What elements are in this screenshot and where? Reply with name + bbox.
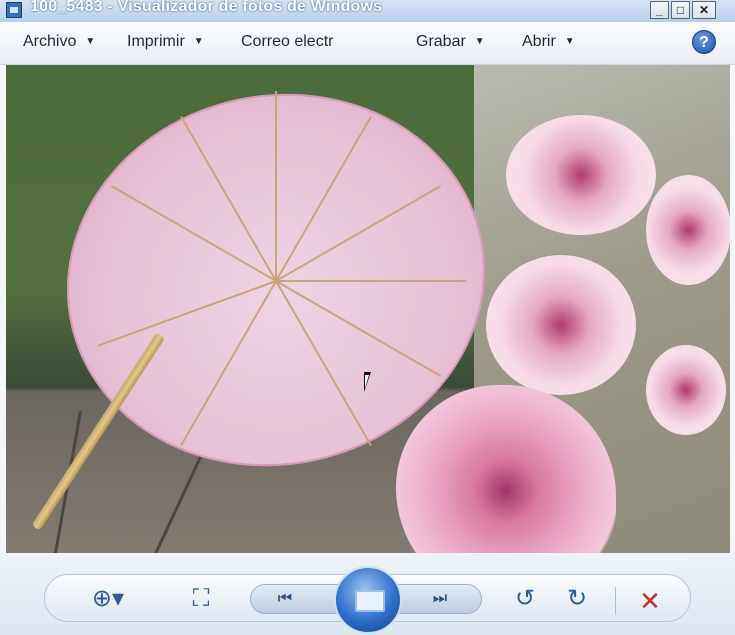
- mouse-cursor-fill: [365, 375, 369, 388]
- window-title: 100_5483 - Visualizador de fotos de Wind…: [30, 0, 383, 15]
- title-bar: 100_5483 - Visualizador de fotos de Wind…: [0, 0, 735, 23]
- menu-imprimir[interactable]: Imprimir ▼: [127, 33, 204, 51]
- toolbar-divider: [615, 587, 616, 615]
- delete-icon[interactable]: ✕: [636, 586, 664, 616]
- menu-correo-electronico[interactable]: Correo electr: [241, 33, 333, 51]
- maximize-button[interactable]: □: [671, 1, 690, 19]
- umbrella-rib: [275, 91, 277, 281]
- slideshow-button[interactable]: [334, 566, 402, 634]
- rotate-clockwise-icon[interactable]: ↻: [562, 583, 592, 615]
- chevron-down-icon: ▼: [474, 36, 485, 47]
- cherry-blossom: [486, 255, 636, 395]
- photo-display[interactable]: [6, 65, 730, 553]
- menu-grabar-label: Grabar: [416, 33, 466, 50]
- menu-abrir[interactable]: Abrir ▼: [522, 33, 575, 51]
- menu-abrir-label: Abrir: [522, 33, 556, 50]
- chevron-down-icon: ▼: [85, 36, 96, 47]
- menu-correo-label: Correo electr: [241, 33, 334, 50]
- menu-archivo-label: Archivo: [23, 33, 77, 50]
- previous-icon[interactable]: ⏮: [270, 586, 300, 612]
- rotate-counterclockwise-icon[interactable]: ↺: [510, 583, 540, 615]
- menu-grabar[interactable]: Grabar ▼: [416, 33, 485, 51]
- zoom-icon[interactable]: ⊕▾: [88, 583, 128, 615]
- photo-viewer-app-icon: [6, 2, 22, 18]
- close-window-button[interactable]: ✕: [692, 1, 716, 19]
- help-icon[interactable]: ?: [692, 30, 716, 54]
- actual-size-icon[interactable]: ⛶: [183, 583, 219, 615]
- minimize-button[interactable]: _: [650, 1, 669, 19]
- umbrella-rib: [276, 280, 466, 282]
- cherry-blossom: [506, 115, 656, 235]
- menu-bar: Archivo ▼ Imprimir ▼ Correo electr Grabar ▼…: [0, 22, 735, 65]
- menu-archivo[interactable]: Archivo ▼: [23, 33, 95, 51]
- cherry-blossom: [646, 345, 726, 435]
- cherry-blossom: [646, 175, 730, 285]
- chevron-down-icon: ▼: [193, 36, 204, 47]
- menu-imprimir-label: Imprimir: [127, 33, 185, 50]
- chevron-down-icon: ▼: [564, 36, 575, 47]
- next-icon[interactable]: ⏭: [425, 586, 455, 612]
